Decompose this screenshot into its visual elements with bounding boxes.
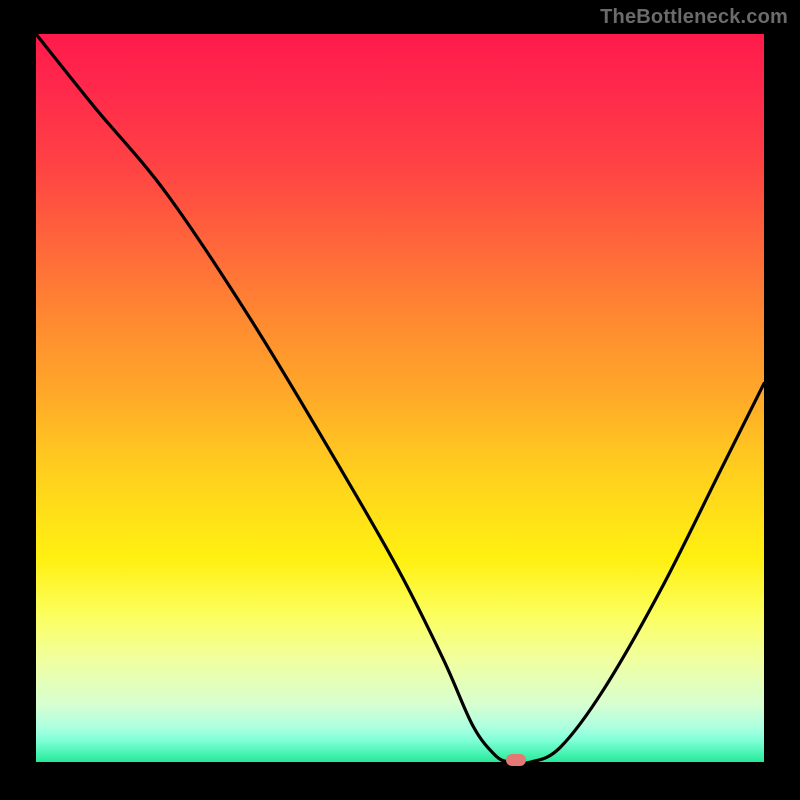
curve-svg <box>36 34 764 762</box>
plot-area <box>36 34 764 762</box>
bottleneck-curve-path <box>36 34 764 762</box>
watermark-text: TheBottleneck.com <box>600 6 788 29</box>
chart-frame: TheBottleneck.com <box>0 0 800 800</box>
optimal-marker <box>506 754 526 766</box>
